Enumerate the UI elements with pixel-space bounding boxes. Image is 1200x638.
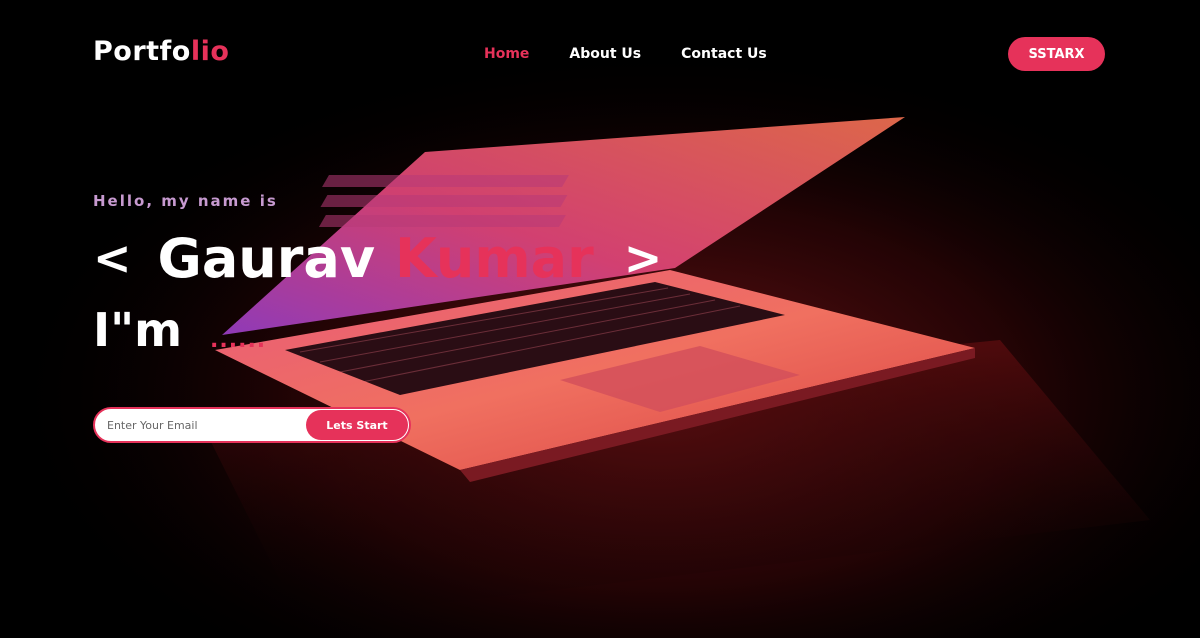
main-nav: Home About Us Contact Us — [484, 46, 767, 62]
last-name: Kumar — [395, 226, 594, 290]
nav-contact-link[interactable]: Contact Us — [681, 46, 767, 62]
nav-home-link[interactable]: Home — [484, 46, 529, 62]
im-text: I"m — [93, 303, 183, 357]
email-signup-form: Lets Start — [93, 407, 411, 443]
typing-dots: ...... — [210, 327, 267, 353]
brand-name-main: Portfo — [93, 36, 191, 67]
brand-logo[interactable]: Portfolio — [93, 36, 229, 67]
email-input[interactable] — [95, 417, 306, 433]
hero-typing-line: I"m ...... — [93, 298, 266, 362]
lets-start-button[interactable]: Lets Start — [306, 410, 408, 440]
sstarx-button[interactable]: SSTARX — [1008, 37, 1105, 71]
name-bracket-close: > — [623, 231, 663, 285]
hero-greeting: Hello, my name is — [93, 192, 278, 210]
hero-name: < Gaurav Kumar > — [93, 218, 662, 298]
first-name: Gaurav — [157, 226, 376, 290]
name-bracket-open: < — [93, 231, 132, 285]
nav-about-link[interactable]: About Us — [569, 46, 641, 62]
brand-name-accent: lio — [190, 36, 230, 67]
